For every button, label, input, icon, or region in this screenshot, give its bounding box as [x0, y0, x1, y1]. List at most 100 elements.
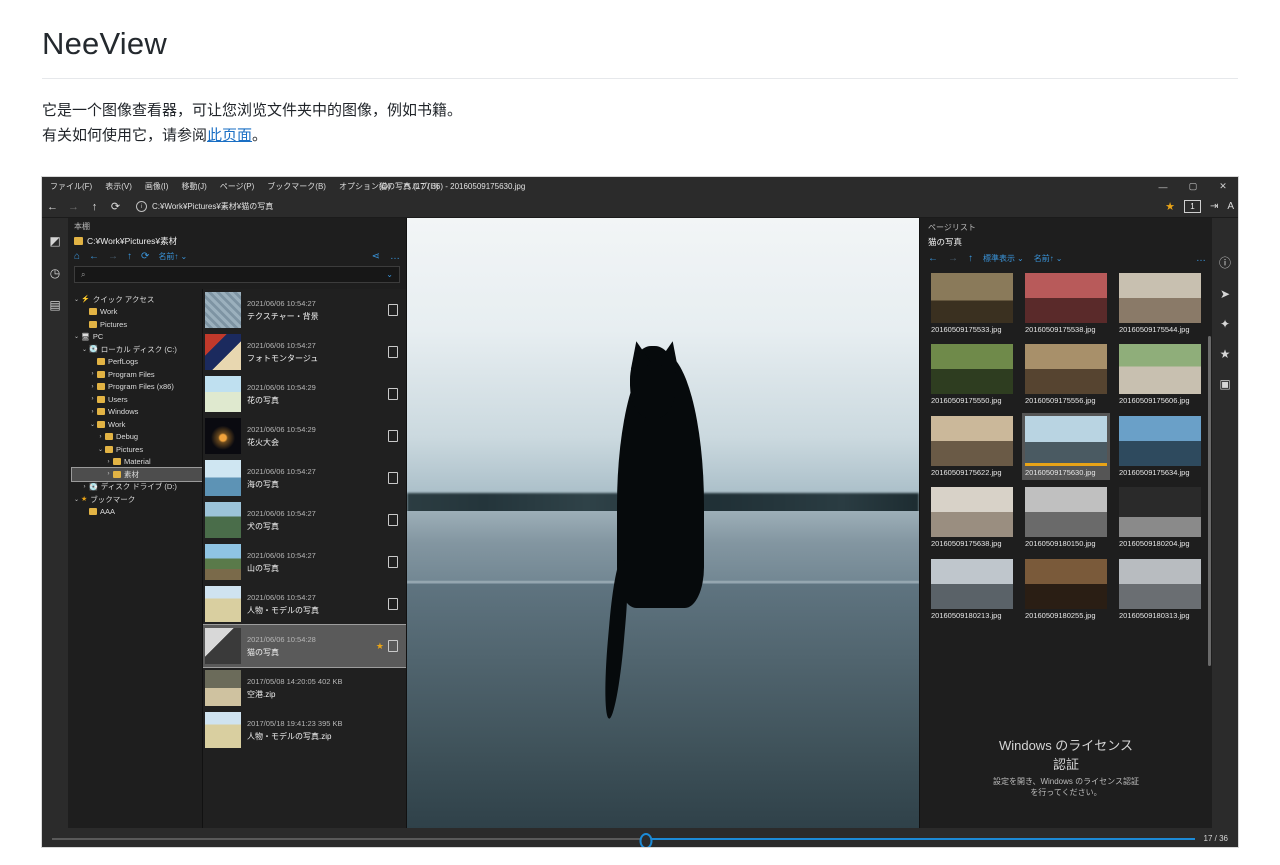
maximize-button[interactable]: ▢ [1178, 177, 1208, 196]
tree-chevron-icon[interactable]: ⌄ [72, 296, 81, 303]
menu-item-5[interactable]: ブックマーク(B) [265, 180, 328, 193]
tree-chevron-icon[interactable]: › [104, 471, 113, 477]
panel-toggle-icon[interactable]: ⇥ [1210, 201, 1218, 212]
tree-item-1[interactable]: › Work [72, 306, 202, 319]
file-list-row[interactable]: 2021/06/06 10:54:27 山の写真 [203, 541, 406, 583]
file-list-row[interactable]: 2017/05/18 19:41:23 395 KB 人物・モデルの写真.zip [203, 709, 406, 751]
panel-forward-button[interactable]: → [108, 251, 118, 262]
page-more-options-icon[interactable]: … [1196, 253, 1206, 264]
tree-item-5[interactable]: › PerfLogs [72, 356, 202, 369]
tree-item-4[interactable]: ⌄ 💽 ローカル ディスク (C:) [72, 343, 202, 356]
file-list-row[interactable]: 2021/06/06 10:54:27 テクスチャー・背景 [203, 289, 406, 331]
thumbnail-cell[interactable]: 20160509180150.jpg [1022, 484, 1110, 551]
thumbnail-cell[interactable]: 20160509175533.jpg [928, 270, 1016, 337]
sort-dropdown[interactable]: 名前↑ ⌄ [158, 251, 187, 262]
panel-reload-button[interactable]: ⟳ [141, 251, 149, 262]
file-list-row[interactable]: 2021/06/06 10:54:27 犬の写真 [203, 499, 406, 541]
menu-item-2[interactable]: 画像(I) [143, 180, 171, 193]
tree-chevron-icon[interactable]: ⌄ [96, 446, 105, 453]
tree-chevron-icon[interactable]: › [88, 371, 97, 377]
menu-item-1[interactable]: 表示(V) [103, 180, 134, 193]
share-icon[interactable]: ⋖ [372, 251, 380, 262]
tree-item-12[interactable]: ⌄ Pictures [72, 443, 202, 456]
search-input[interactable] [90, 269, 387, 280]
tree-chevron-icon[interactable]: › [104, 459, 113, 465]
file-star-icon[interactable]: ★ [376, 641, 384, 652]
thumbnail-cell[interactable]: 20160509180313.jpg [1116, 556, 1204, 623]
tree-chevron-icon[interactable]: › [80, 509, 89, 515]
tree-item-6[interactable]: › Program Files [72, 368, 202, 381]
page-back-button[interactable]: ← [928, 253, 938, 264]
tree-chevron-icon[interactable]: › [80, 484, 89, 490]
tree-item-16[interactable]: ⌄ ★ ブックマーク [72, 493, 202, 506]
page-forward-button[interactable]: → [948, 253, 958, 264]
address-field[interactable]: i C:¥Work¥Pictures¥素材¥猫の写真 [136, 201, 273, 212]
tree-item-14[interactable]: › 素材 [71, 467, 202, 482]
panel-up-button[interactable]: ↑ [127, 251, 132, 262]
file-list-row[interactable]: 2021/06/06 10:54:27 人物・モデルの写真 [203, 583, 406, 625]
tree-chevron-icon[interactable]: › [88, 396, 97, 402]
reload-button[interactable]: ⟳ [105, 197, 126, 216]
tree-item-10[interactable]: ⌄ Work [72, 418, 202, 431]
tree-chevron-icon[interactable]: › [88, 409, 97, 415]
file-list-row[interactable]: 2021/06/06 10:54:27 フォトモンタージュ [203, 331, 406, 373]
tree-chevron-icon[interactable]: ⌄ [72, 496, 81, 503]
tree-item-3[interactable]: ⌄ 🖥 PC [72, 331, 202, 344]
up-button[interactable]: ↑ [84, 197, 105, 216]
menu-item-3[interactable]: 移動(J) [179, 180, 208, 193]
thumbnail-cell[interactable]: 20160509175630.jpg [1022, 412, 1110, 481]
navigate-icon[interactable]: ➤ [1220, 287, 1230, 301]
tree-item-7[interactable]: › Program Files (x86) [72, 381, 202, 394]
tree-chevron-icon[interactable]: ⌄ [80, 346, 89, 353]
bookmark-star-icon[interactable]: ★ [1165, 200, 1175, 213]
bookmark-icon[interactable]: ★ [1220, 347, 1231, 361]
image-viewer[interactable] [407, 218, 919, 828]
file-list-row[interactable]: 2017/05/08 14:20:05 402 KB 空港.zip [203, 667, 406, 709]
page-sort-dropdown[interactable]: 名前↑ ⌄ [1034, 253, 1063, 264]
thumbnail-cell[interactable]: 20160509175622.jpg [928, 413, 1016, 480]
information-icon[interactable]: ⓘ [1219, 254, 1231, 271]
tree-chevron-icon[interactable]: ⌄ [88, 421, 97, 428]
thumbnail-cell[interactable]: 20160509175550.jpg [928, 341, 1016, 408]
font-size-icon[interactable]: A [1227, 201, 1234, 212]
file-list-row[interactable]: 2021/06/06 10:54:29 花の写真 [203, 373, 406, 415]
file-list-row[interactable]: 2021/06/06 10:54:28 猫の写真 ★ [203, 624, 406, 668]
thumbnail-cell[interactable]: 20160509180255.jpg [1022, 556, 1110, 623]
forward-button[interactable]: → [63, 197, 84, 216]
thumbnail-cell[interactable]: 20160509175538.jpg [1022, 270, 1110, 337]
thumbnail-cell[interactable]: 20160509175638.jpg [928, 484, 1016, 551]
view-mode-dropdown[interactable]: 標準表示 ⌄ [983, 253, 1024, 264]
thumbnail-cell[interactable]: 20160509180213.jpg [928, 556, 1016, 623]
back-button[interactable]: ← [42, 197, 63, 216]
file-list-row[interactable]: 2021/06/06 10:54:29 花火大会 [203, 415, 406, 457]
more-options-icon[interactable]: … [390, 251, 400, 262]
panel-back-button[interactable]: ← [89, 251, 99, 262]
file-list-row[interactable]: 2021/06/06 10:54:27 海の写真 [203, 457, 406, 499]
page-list-scrollbar[interactable] [1208, 336, 1211, 666]
home-button[interactable]: ⌂ [74, 251, 80, 262]
tree-item-17[interactable]: › AAA [72, 506, 202, 519]
tree-chevron-icon[interactable]: › [88, 384, 97, 390]
tree-chevron-icon[interactable]: › [88, 359, 97, 365]
effect-icon[interactable]: ✦ [1220, 317, 1230, 331]
save-icon[interactable]: ▣ [1219, 377, 1230, 391]
thumbnail-cell[interactable]: 20160509175544.jpg [1116, 270, 1204, 337]
menu-item-0[interactable]: ファイル(F) [48, 180, 94, 193]
tree-item-15[interactable]: › 💽 ディスク ドライブ (D:) [72, 481, 202, 494]
tree-item-0[interactable]: ⌄ ⚡ クイック アクセス [72, 293, 202, 306]
slider-track[interactable] [52, 832, 1195, 847]
tree-item-2[interactable]: › Pictures [72, 318, 202, 331]
page-count-badge[interactable]: 1 [1183, 200, 1201, 213]
minimize-button[interactable]: — [1148, 177, 1178, 196]
history-icon[interactable]: ◷ [50, 266, 60, 280]
bookshelf-icon[interactable]: ◩ [49, 234, 60, 248]
slider-handle[interactable] [639, 832, 653, 847]
tree-chevron-icon[interactable]: › [80, 309, 89, 315]
thumbnail-cell[interactable]: 20160509175556.jpg [1022, 341, 1110, 408]
thumbnail-cell[interactable]: 20160509175606.jpg [1116, 341, 1204, 408]
thumbnail-cell[interactable]: 20160509175634.jpg [1116, 413, 1204, 480]
tree-item-9[interactable]: › Windows [72, 406, 202, 419]
tree-item-8[interactable]: › Users [72, 393, 202, 406]
thumbnail-cell[interactable]: 20160509180204.jpg [1116, 484, 1204, 551]
tree-item-11[interactable]: › Debug [72, 431, 202, 444]
